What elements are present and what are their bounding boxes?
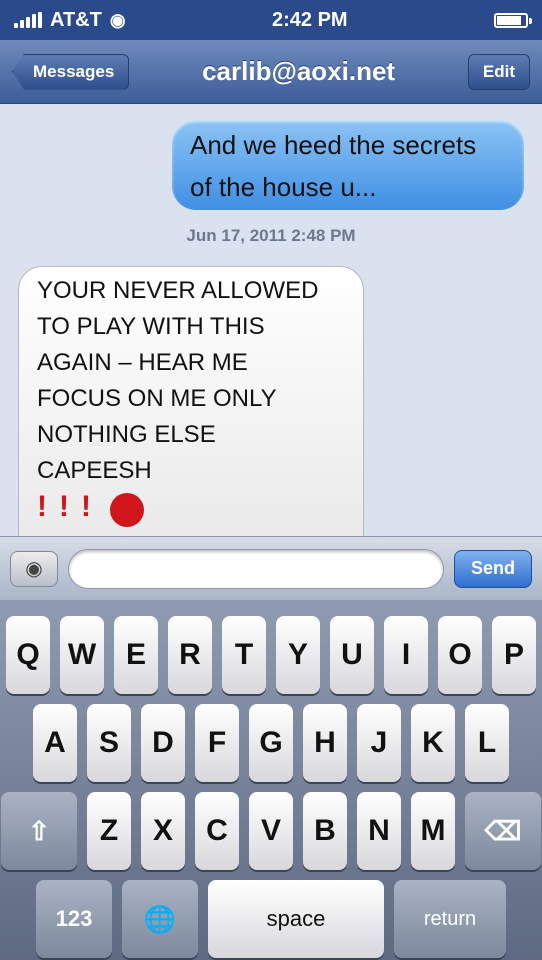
globe-icon: 🌐 (143, 903, 177, 934)
message-line: TO PLAY WITH THIS (37, 313, 265, 340)
carrier-label: AT&T (50, 8, 102, 31)
message-line: CAPEESH (37, 457, 152, 484)
key-r[interactable]: R (168, 616, 212, 694)
nav-bar: Messages carlib@aoxi.net Edit (0, 40, 542, 104)
delete-icon: ⌫ (484, 815, 522, 846)
delete-key[interactable]: ⌫ (465, 792, 541, 870)
battery-icon (494, 12, 532, 28)
conversation-view[interactable]: And we heed the secrets of the house u..… (0, 104, 542, 616)
key-m[interactable]: M (411, 792, 455, 870)
key-a[interactable]: A (33, 704, 77, 782)
key-p[interactable]: P (492, 616, 536, 694)
key-d[interactable]: D (141, 704, 185, 782)
key-c[interactable]: C (195, 792, 239, 870)
return-key[interactable]: return (394, 880, 506, 958)
key-i[interactable]: I (384, 616, 428, 694)
input-bar: ◉ Send (0, 536, 542, 600)
wifi-icon: ◉ (109, 9, 126, 30)
message-timestamp: Jun 17, 2011 2:48 PM (186, 226, 356, 245)
message-line: YOUR NEVER ALLOWED (37, 277, 319, 304)
key-q[interactable]: Q (6, 616, 50, 694)
key-o[interactable]: O (438, 616, 482, 694)
message-line: FOCUS ON ME ONLY (37, 385, 277, 412)
key-z[interactable]: Z (87, 792, 131, 870)
shift-icon: ⇧ (28, 815, 50, 846)
key-n[interactable]: N (357, 792, 401, 870)
key-e[interactable]: E (114, 616, 158, 694)
space-key[interactable]: space (208, 880, 384, 958)
key-j[interactable]: J (357, 704, 401, 782)
back-button[interactable]: Messages (12, 53, 130, 90)
outgoing-message-bubble[interactable]: And we heed the secrets of the house u..… (172, 120, 524, 210)
key-w[interactable]: W (60, 616, 104, 694)
key-u[interactable]: U (330, 616, 374, 694)
keyboard-row-1: Q W E R T Y U I O P (0, 616, 542, 694)
status-time: 2:42 PM (271, 8, 348, 31)
key-x[interactable]: X (141, 792, 185, 870)
key-t[interactable]: T (222, 616, 266, 694)
camera-icon: ◉ (25, 558, 43, 580)
exclamation-marks: !!! (37, 490, 103, 523)
message-input[interactable] (68, 548, 444, 589)
keyboard: Q W E R T Y U I O P A S D F G H J K L ⇧ … (0, 600, 542, 960)
numbers-key[interactable]: 123 (36, 880, 112, 958)
key-y[interactable]: Y (276, 616, 320, 694)
message-line: AGAIN – HEAR ME (37, 349, 248, 376)
send-button[interactable]: Send (454, 549, 532, 588)
key-b[interactable]: B (303, 792, 347, 870)
message-line: of the house u... (190, 172, 377, 202)
key-v[interactable]: V (249, 792, 293, 870)
emoji-icon (109, 492, 144, 527)
status-bar: AT&T ◉ 2:42 PM (0, 0, 542, 40)
keyboard-row-3: ⇧ Z X C V B N M ⌫ (0, 792, 542, 870)
key-k[interactable]: K (411, 704, 455, 782)
key-l[interactable]: L (465, 704, 509, 782)
key-g[interactable]: G (249, 704, 293, 782)
keyboard-row-2: A S D F G H J K L (0, 704, 542, 782)
camera-button[interactable]: ◉ (10, 550, 58, 587)
edit-button[interactable]: Edit (467, 53, 530, 90)
globe-key[interactable]: 🌐 (122, 880, 198, 958)
key-f[interactable]: F (195, 704, 239, 782)
key-s[interactable]: S (87, 704, 131, 782)
signal-icon (14, 12, 42, 28)
conversation-title: carlib@aoxi.net (202, 56, 396, 86)
message-line-emphasis: !!! (37, 489, 345, 527)
message-line: NOTHING ELSE (37, 421, 216, 448)
shift-key[interactable]: ⇧ (1, 792, 77, 870)
message-line: And we heed the secrets (190, 130, 477, 160)
key-h[interactable]: H (303, 704, 347, 782)
keyboard-row-4: 123 🌐 space return (0, 880, 542, 958)
